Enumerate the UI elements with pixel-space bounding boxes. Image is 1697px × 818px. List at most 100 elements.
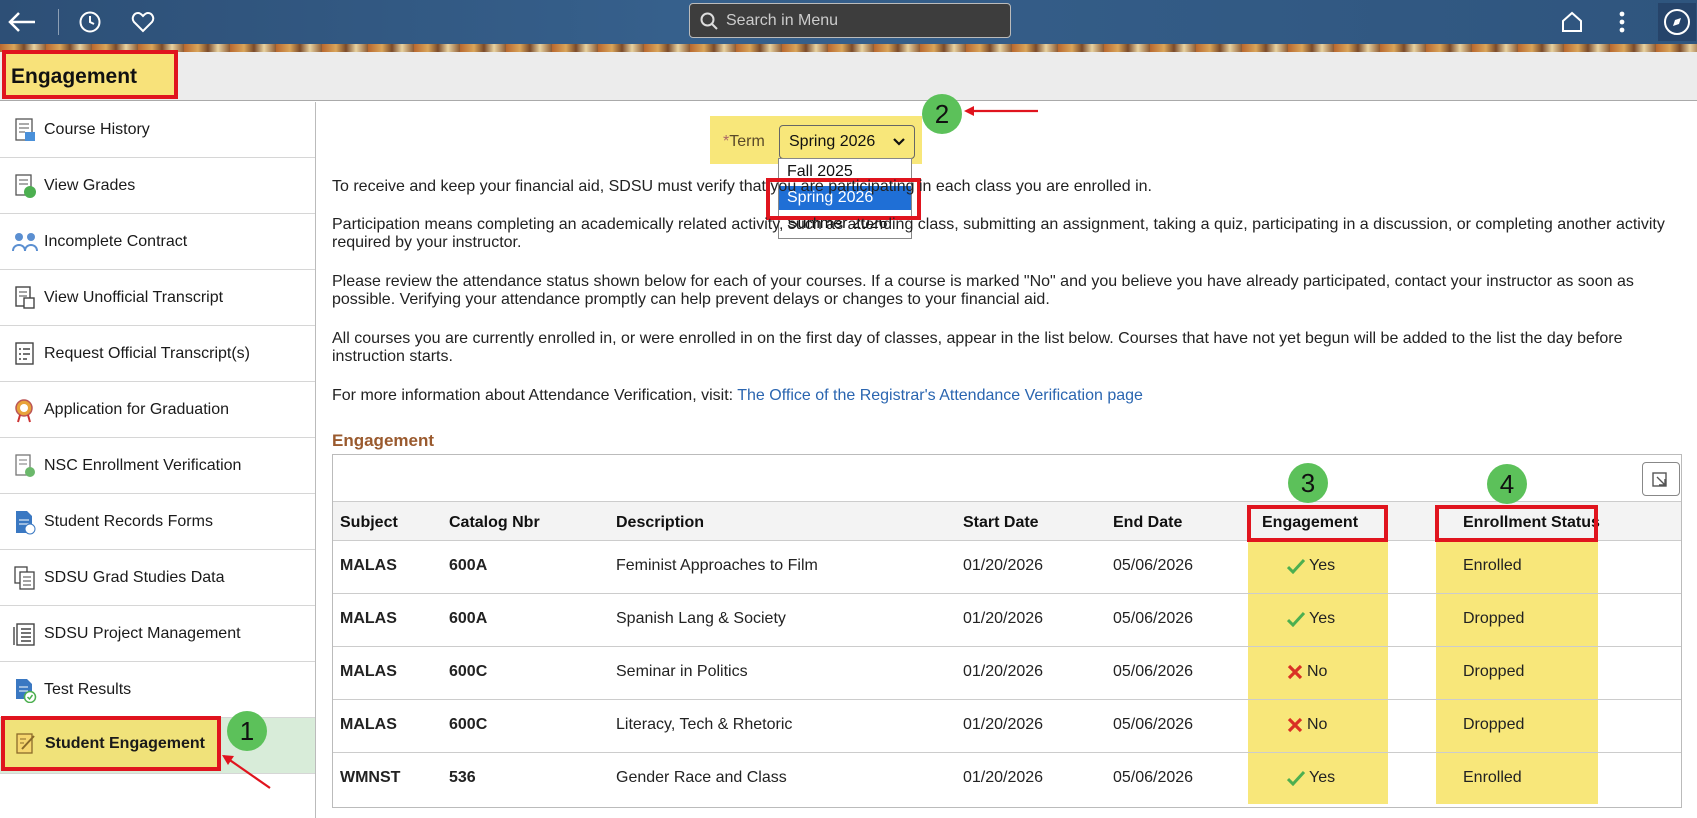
sidebar-item-application-for-graduation[interactable]: Application for Graduation (0, 382, 315, 438)
back-icon[interactable] (6, 6, 38, 38)
navbar-compass-icon[interactable] (1658, 3, 1696, 41)
cell-catalog-nbr: 600C (449, 663, 488, 680)
engagement-value: No (1307, 663, 1328, 680)
cell-description: Gender Race and Class (616, 769, 787, 786)
check-icon (1287, 611, 1305, 627)
cell-start-date: 01/20/2026 (963, 663, 1044, 680)
table-row: WMNST 536 Gender Race and Class 01/20/20… (333, 753, 1681, 806)
cell-description: Seminar in Politics (616, 663, 748, 680)
sidebar-item-request-transcript[interactable]: Request Official Transcript(s) (0, 326, 315, 382)
grades-icon (10, 172, 40, 200)
sidebar-item-label: Request Official Transcript(s) (44, 344, 250, 362)
cell-end-date: 05/06/2026 (1113, 769, 1194, 786)
term-select[interactable]: Spring 2026 (779, 125, 915, 159)
cell-enrollment-status: Enrolled (1463, 557, 1522, 574)
cell-engagement: No (1287, 663, 1327, 681)
info-text: Please review the attendance status show… (332, 273, 1634, 308)
sidebar-item-student-engagement[interactable]: Student Engagement (1, 716, 221, 771)
favorites-heart-icon[interactable] (127, 6, 159, 38)
sidebar-item-incomplete-contract[interactable]: Incomplete Contract (0, 214, 315, 270)
cell-start-date: 01/20/2026 (963, 716, 1044, 733)
project-icon (10, 620, 40, 648)
more-options-icon[interactable] (1606, 6, 1638, 38)
term-label: Term (729, 133, 765, 150)
home-icon[interactable] (1556, 6, 1588, 38)
cell-description: Literacy, Tech & Rhetoric (616, 716, 793, 733)
cell-subject: MALAS (340, 610, 397, 627)
grad-data-icon (10, 564, 40, 592)
history-icon[interactable] (74, 6, 106, 38)
info-paragraph-4: All courses you are currently enrolled i… (332, 330, 1692, 366)
sidebar-item-label: View Unofficial Transcript (44, 288, 224, 306)
cell-start-date: 01/20/2026 (963, 610, 1044, 627)
engagement-section-title: Engagement (332, 431, 435, 450)
cell-end-date: 05/06/2026 (1113, 663, 1194, 680)
info-paragraph-5: For more information about Attendance Ve… (332, 387, 1692, 405)
table-row: MALAS 600A Feminist Approaches to Film 0… (333, 541, 1681, 594)
callout-badge-2: 2 (922, 94, 962, 134)
course-history-icon (10, 116, 40, 144)
x-icon (1287, 717, 1303, 733)
cell-engagement: Yes (1287, 610, 1335, 628)
cell-end-date: 05/06/2026 (1113, 557, 1194, 574)
cell-enrollment-status: Dropped (1463, 610, 1525, 627)
info-paragraph-1: To receive and keep your financial aid, … (332, 178, 1692, 196)
sidebar-item-label: Incomplete Contract (44, 232, 188, 250)
menu-search[interactable] (689, 3, 1011, 38)
sidebar-item-sdsu-grad-studies[interactable]: SDSU Grad Studies Data (0, 550, 315, 606)
engagement-value: Yes (1309, 557, 1336, 574)
table-row: MALAS 600A Spanish Lang & Society 01/20/… (333, 594, 1681, 647)
column-header-catalog-nbr[interactable]: Catalog Nbr (449, 514, 540, 532)
table-row: MALAS 600C Seminar in Politics 01/20/202… (333, 647, 1681, 700)
sidebar-item-student-records-forms[interactable]: Student Records Forms (0, 494, 315, 550)
callout-badge-4: 4 (1487, 464, 1527, 504)
check-icon (1287, 558, 1305, 574)
sidebar-item-view-grades[interactable]: View Grades (0, 158, 315, 214)
export-grid-button[interactable] (1642, 462, 1680, 496)
column-header-start-date[interactable]: Start Date (963, 514, 1039, 532)
engagement-value: Yes (1309, 769, 1336, 786)
chevron-down-icon (893, 138, 905, 146)
cell-end-date: 05/06/2026 (1113, 716, 1194, 733)
info-text: All courses you are currently enrolled i… (332, 330, 1623, 365)
sidebar-item-label: NSC Enrollment Verification (44, 456, 242, 474)
sidebar: Course History View Grades Incomplete Co… (0, 102, 316, 818)
sidebar-item-course-history[interactable]: Course History (0, 102, 315, 158)
search-input[interactable] (726, 11, 986, 30)
engagement-value: No (1307, 716, 1328, 733)
info-text: Participation means completing an academ… (332, 216, 1665, 251)
callout-badge-3: 3 (1288, 463, 1328, 503)
info-paragraph-3: Please review the attendance status show… (332, 273, 1692, 309)
request-transcript-icon (10, 340, 40, 368)
table-row: MALAS 600C Literacy, Tech & Rhetoric 01/… (333, 700, 1681, 753)
column-header-subject[interactable]: Subject (340, 514, 398, 532)
cell-subject: MALAS (340, 557, 397, 574)
sidebar-item-nsc-enrollment[interactable]: NSC Enrollment Verification (0, 438, 315, 494)
term-selected-value: Spring 2026 (789, 133, 876, 150)
term-field: *Term Spring 2026 (710, 116, 922, 164)
top-navigation-bar (0, 0, 1697, 44)
cell-start-date: 01/20/2026 (963, 769, 1044, 786)
page-title-bar (0, 52, 1697, 101)
sidebar-item-test-results[interactable]: Test Results (0, 662, 315, 718)
test-results-icon (10, 676, 40, 704)
cell-subject: MALAS (340, 716, 397, 733)
x-icon (1287, 664, 1303, 680)
toolbar-divider (58, 9, 59, 35)
forms-icon (10, 508, 40, 536)
main-content: *Term Spring 2026 Fall 2025 Spring 2026 … (317, 94, 1697, 818)
decorative-banner (0, 44, 1697, 52)
transcript-icon (10, 284, 40, 312)
cell-catalog-nbr: 600A (449, 610, 488, 627)
callout-highlight-engagement-header (1247, 505, 1388, 542)
sidebar-item-sdsu-project-management[interactable]: SDSU Project Management (0, 606, 315, 662)
cell-enrollment-status: Enrolled (1463, 769, 1522, 786)
graduation-icon (10, 396, 40, 424)
sidebar-item-unofficial-transcript[interactable]: View Unofficial Transcript (0, 270, 315, 326)
column-header-description[interactable]: Description (616, 514, 704, 532)
callout-arrow-1 (222, 755, 271, 789)
search-icon (700, 12, 718, 30)
sidebar-item-label: Application for Graduation (44, 400, 229, 418)
column-header-end-date[interactable]: End Date (1113, 514, 1182, 532)
registrar-attendance-link[interactable]: The Office of the Registrar's Attendance… (737, 387, 1143, 404)
